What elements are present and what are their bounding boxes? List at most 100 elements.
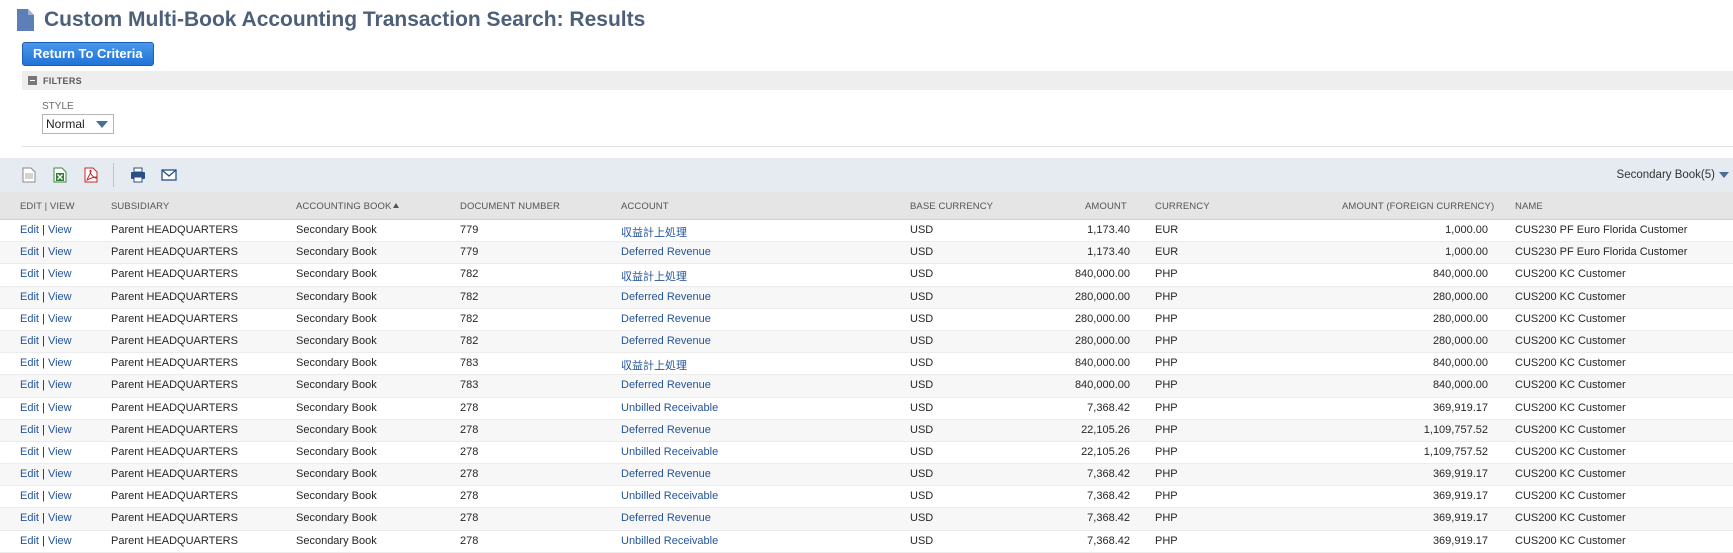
page-header: Custom Multi-Book Accounting Transaction… — [17, 7, 645, 33]
filters-header[interactable]: FILTERS — [22, 71, 1733, 90]
chevron-down-icon — [1719, 172, 1729, 178]
cell-currency: EUR — [1155, 246, 1179, 259]
edit-link[interactable]: Edit — [20, 357, 39, 369]
cell-account-link[interactable]: 収益計上処理 — [621, 268, 687, 284]
col-currency[interactable]: CURRENCY — [1155, 201, 1210, 212]
style-select-value: Normal — [46, 117, 85, 131]
cell-subsidiary: Parent HEADQUARTERS — [111, 423, 238, 436]
export-pdf-icon[interactable] — [83, 167, 99, 183]
view-link[interactable]: View — [48, 535, 72, 547]
view-link[interactable]: View — [48, 468, 72, 480]
print-icon[interactable] — [130, 167, 146, 183]
table-row: Edit | View Parent HEADQUARTERS Secondary … — [0, 508, 1733, 531]
cell-amount: 7,368.42 — [1087, 468, 1130, 481]
view-link[interactable]: View — [48, 424, 72, 436]
edit-link[interactable]: Edit — [20, 446, 39, 458]
accounting-book-selector[interactable]: Secondary Book(5) — [1617, 169, 1729, 181]
view-link[interactable]: View — [48, 490, 72, 502]
view-link[interactable]: View — [48, 291, 72, 303]
export-excel-icon[interactable] — [52, 167, 68, 183]
export-csv-icon[interactable] — [21, 167, 37, 183]
cell-amount-foreign: 369,919.17 — [1432, 512, 1488, 525]
cell-account-link[interactable]: 収益計上処理 — [621, 224, 687, 240]
edit-link[interactable]: Edit — [20, 246, 39, 258]
view-link[interactable]: View — [48, 402, 72, 414]
cell-account-link[interactable]: Deferred Revenue — [621, 291, 711, 303]
link-separator: | — [42, 468, 45, 481]
edit-link[interactable]: Edit — [20, 335, 39, 347]
edit-link[interactable]: Edit — [20, 424, 39, 436]
cell-account-link[interactable]: Deferred Revenue — [621, 424, 711, 436]
cell-base-currency: USD — [910, 490, 934, 503]
page-title: Custom Multi-Book Accounting Transaction… — [44, 8, 646, 31]
cell-currency: PHP — [1155, 468, 1178, 481]
edit-view-links: Edit | View — [20, 268, 72, 280]
cell-accounting-book: Secondary Book — [296, 290, 377, 303]
cell-document-number: 278 — [460, 512, 479, 525]
cell-base-currency: USD — [910, 512, 934, 525]
table-row: Edit | View Parent HEADQUARTERS Secondary … — [0, 286, 1733, 309]
cell-document-number: 782 — [460, 268, 479, 281]
cell-subsidiary: Parent HEADQUARTERS — [111, 290, 238, 303]
cell-account-link[interactable]: Unbilled Receivable — [621, 402, 718, 414]
col-accounting-book[interactable]: ACCOUNTING BOOK — [296, 201, 400, 212]
table-row: Edit | View Parent HEADQUARTERS Secondary … — [0, 353, 1733, 376]
edit-link[interactable]: Edit — [20, 402, 39, 414]
cell-account-link[interactable]: Unbilled Receivable — [621, 490, 718, 502]
col-base-currency[interactable]: BASE CURRENCY — [910, 201, 993, 212]
link-separator: | — [42, 312, 45, 325]
col-document-number[interactable]: DOCUMENT NUMBER — [460, 201, 560, 212]
edit-link[interactable]: Edit — [20, 468, 39, 480]
col-account[interactable]: ACCOUNT — [621, 201, 669, 212]
col-name[interactable]: NAME — [1515, 201, 1543, 212]
email-icon[interactable] — [161, 167, 177, 183]
cell-account-link[interactable]: Unbilled Receivable — [621, 535, 718, 547]
book-selector-label: Secondary Book(5) — [1616, 169, 1715, 181]
cell-accounting-book: Secondary Book — [296, 246, 377, 259]
edit-link[interactable]: Edit — [20, 490, 39, 502]
col-amount[interactable]: AMOUNT — [1085, 201, 1127, 212]
cell-amount: 280,000.00 — [1074, 334, 1130, 347]
cell-account-link[interactable]: Deferred Revenue — [621, 246, 711, 258]
collapse-icon[interactable] — [28, 76, 37, 85]
view-link[interactable]: View — [48, 379, 72, 391]
cell-account-link[interactable]: Deferred Revenue — [621, 335, 711, 347]
cell-amount-foreign: 840,000.00 — [1432, 268, 1488, 281]
edit-link[interactable]: Edit — [20, 268, 39, 280]
edit-link[interactable]: Edit — [20, 379, 39, 391]
cell-currency: PHP — [1155, 379, 1178, 392]
cell-account-link[interactable]: Unbilled Receivable — [621, 446, 718, 458]
cell-amount: 840,000.00 — [1074, 357, 1130, 370]
view-link[interactable]: View — [48, 446, 72, 458]
edit-link[interactable]: Edit — [20, 535, 39, 547]
cell-amount: 280,000.00 — [1074, 290, 1130, 303]
cell-account-link[interactable]: Deferred Revenue — [621, 379, 711, 391]
cell-accounting-book: Secondary Book — [296, 490, 377, 503]
view-link[interactable]: View — [48, 246, 72, 258]
cell-account-link[interactable]: Deferred Revenue — [621, 313, 711, 325]
style-select[interactable]: Normal — [42, 114, 114, 134]
link-separator: | — [42, 445, 45, 458]
view-link[interactable]: View — [48, 357, 72, 369]
cell-subsidiary: Parent HEADQUARTERS — [111, 468, 238, 481]
col-amount-foreign[interactable]: AMOUNT (FOREIGN CURRENCY) — [1342, 201, 1494, 212]
view-link[interactable]: View — [48, 335, 72, 347]
view-link[interactable]: View — [48, 224, 72, 236]
edit-view-links: Edit | View — [20, 335, 72, 347]
view-link[interactable]: View — [48, 268, 72, 280]
edit-link[interactable]: Edit — [20, 313, 39, 325]
cell-account-link[interactable]: Deferred Revenue — [621, 468, 711, 480]
view-link[interactable]: View — [48, 512, 72, 524]
view-link[interactable]: View — [48, 313, 72, 325]
edit-link[interactable]: Edit — [20, 224, 39, 236]
cell-account-link[interactable]: 収益計上処理 — [621, 357, 687, 373]
edit-link[interactable]: Edit — [20, 512, 39, 524]
col-subsidiary[interactable]: SUBSIDIARY — [111, 201, 169, 212]
return-to-criteria-button[interactable]: Return To Criteria — [22, 42, 154, 66]
table-row: Edit | View Parent HEADQUARTERS Secondary … — [0, 419, 1733, 442]
results-toolbar: Secondary Book(5) — [0, 158, 1733, 192]
cell-account-link[interactable]: Deferred Revenue — [621, 512, 711, 524]
edit-view-links: Edit | View — [20, 379, 72, 391]
edit-link[interactable]: Edit — [20, 291, 39, 303]
cell-name: CUS200 KC Customer — [1515, 401, 1626, 414]
